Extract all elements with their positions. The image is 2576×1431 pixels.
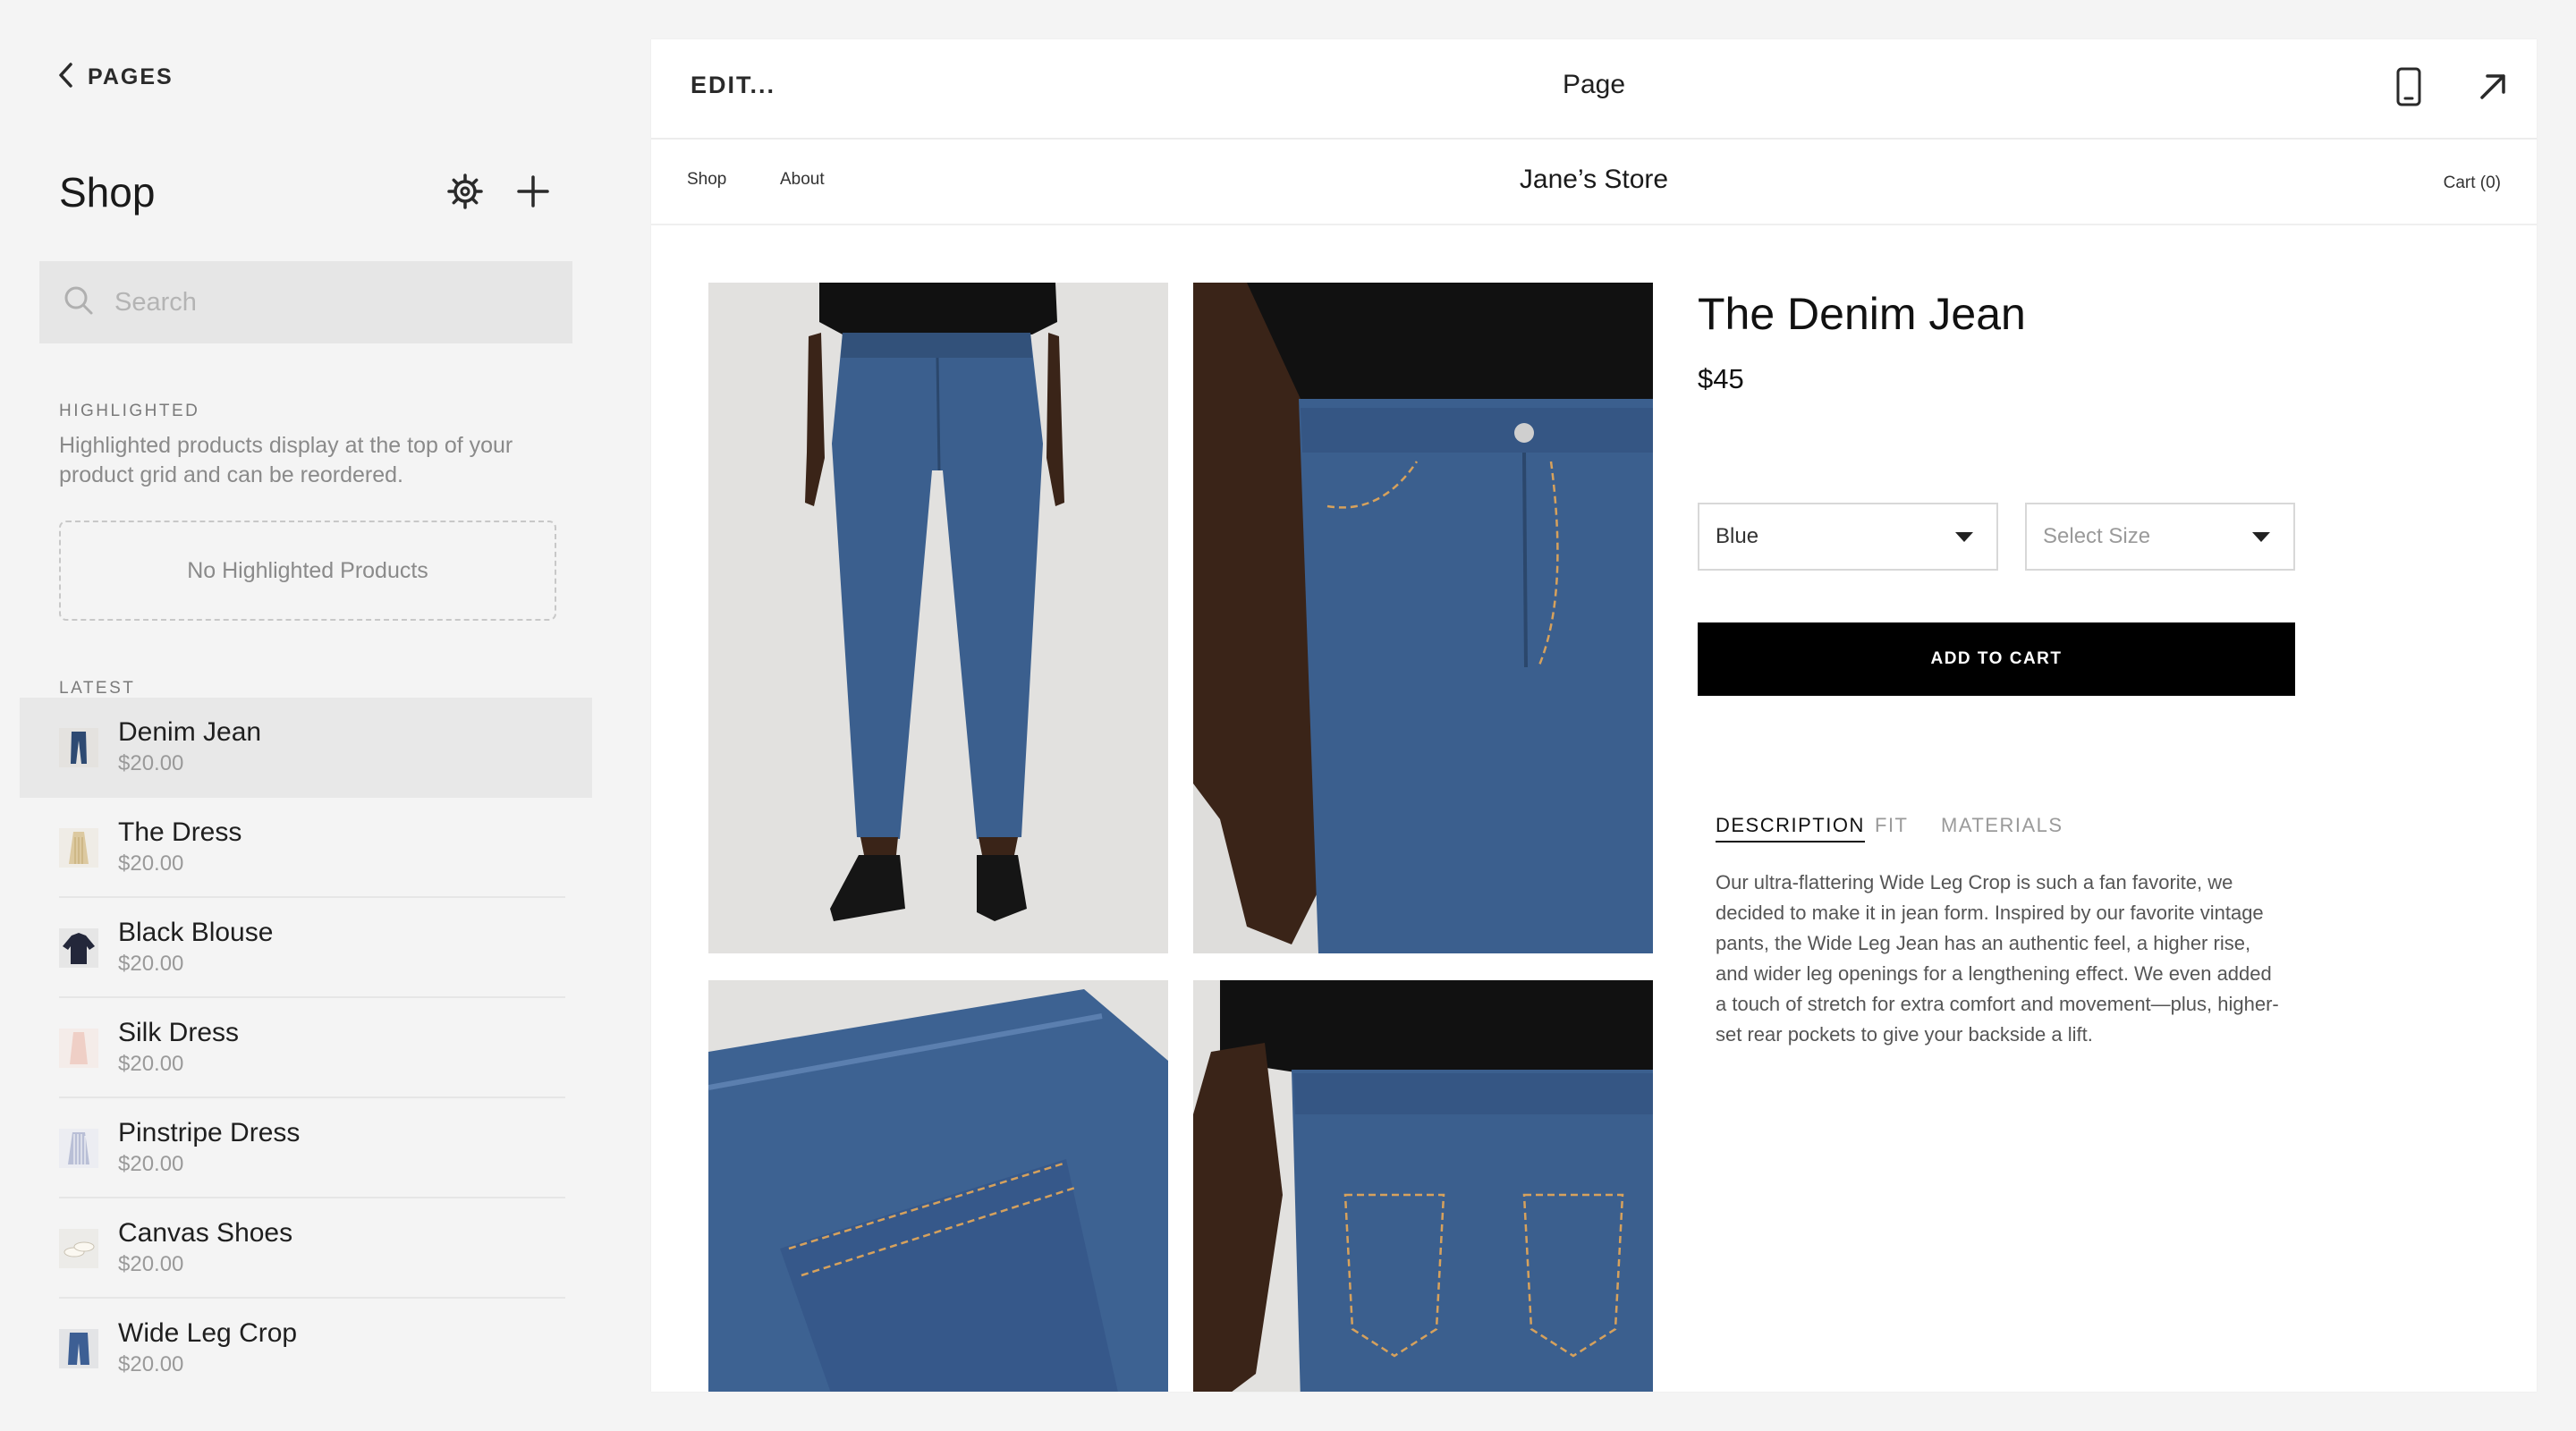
highlighted-section-label: HIGHLIGHTED — [59, 402, 200, 420]
caret-down-icon — [2252, 532, 2270, 542]
product-name: Canvas Shoes — [118, 1218, 293, 1248]
product-thumbnail — [59, 728, 98, 767]
product-thumbnail — [59, 828, 98, 868]
product-image-4[interactable] — [1193, 980, 1653, 1392]
empty-state-text: No Highlighted Products — [187, 557, 428, 583]
search-icon — [39, 284, 95, 321]
tab-description[interactable]: DESCRIPTION — [1716, 814, 1865, 843]
page-preview-panel: EDIT... Page Shop About Jane’s Store Car… — [651, 39, 2537, 1392]
color-select-value: Blue — [1716, 524, 1759, 548]
product-thumbnail — [59, 1229, 98, 1268]
product-thumbnail — [59, 1129, 98, 1168]
search-field[interactable] — [39, 261, 572, 343]
product-list-item[interactable]: Canvas Shoes $20.00 — [20, 1198, 592, 1299]
product-thumbnail — [59, 928, 98, 968]
product-price: $20.00 — [118, 1152, 184, 1176]
product-thumbnail — [59, 1029, 98, 1068]
plus-icon — [515, 174, 551, 214]
product-list-item[interactable]: The Dress $20.00 — [20, 798, 592, 898]
product-title: The Denim Jean — [1698, 289, 2026, 339]
back-to-pages-link[interactable]: PAGES — [57, 61, 174, 93]
chevron-left-icon — [57, 62, 75, 93]
color-select[interactable]: Blue — [1698, 503, 1998, 571]
product-name: Wide Leg Crop — [118, 1318, 298, 1348]
mobile-preview-button[interactable] — [2386, 66, 2431, 111]
product-price-display: $45 — [1698, 363, 1744, 394]
open-live-site-button[interactable] — [2470, 66, 2515, 111]
caret-down-icon — [1955, 532, 1973, 542]
product-description: Our ultra-flattering Wide Leg Crop is su… — [1716, 871, 2279, 1046]
tab-materials[interactable]: MATERIALS — [1941, 814, 2063, 837]
store-logo-text[interactable]: Jane’s Store — [651, 165, 2537, 195]
product-price: $20.00 — [118, 1252, 184, 1276]
product-list-item[interactable]: Pinstripe Dress $20.00 — [20, 1098, 592, 1198]
arrow-up-right-icon — [2477, 71, 2509, 107]
back-label: PAGES — [88, 64, 174, 89]
tab-fit[interactable]: FIT — [1875, 814, 1909, 837]
cart-link[interactable]: Cart (0) — [2444, 174, 2501, 193]
product-name: Pinstripe Dress — [118, 1118, 301, 1147]
add-product-button[interactable] — [512, 172, 555, 215]
product-price: $20.00 — [118, 751, 184, 775]
highlighted-empty-state: No Highlighted Products — [59, 521, 556, 621]
size-select[interactable]: Select Size — [2025, 503, 2295, 571]
latest-section-label: LATEST — [59, 679, 136, 698]
product-list-item[interactable]: Black Blouse $20.00 — [20, 898, 592, 998]
product-list-item[interactable]: Denim Jean $20.00 — [20, 698, 592, 798]
add-to-cart-button[interactable]: ADD TO CART — [1698, 622, 2295, 696]
product-price: $20.00 — [118, 952, 184, 976]
product-price: $20.00 — [118, 851, 184, 876]
product-name: Denim Jean — [118, 717, 262, 747]
size-select-placeholder: Select Size — [2043, 524, 2151, 548]
search-input[interactable] — [113, 286, 546, 318]
product-price: $20.00 — [118, 1052, 184, 1076]
store-header: Shop About Jane’s Store Cart (0) — [651, 140, 2537, 225]
product-list-item[interactable]: Wide Leg Crop $20.00 — [20, 1299, 592, 1399]
product-list-item[interactable]: Silk Dress $20.00 — [20, 998, 592, 1098]
product-name: The Dress — [118, 817, 242, 847]
highlighted-description: Highlighted products display at the top … — [59, 433, 513, 487]
preview-page-title: Page — [1562, 70, 1626, 99]
product-name: Silk Dress — [118, 1018, 240, 1047]
product-thumbnail — [59, 1329, 98, 1368]
product-list: Denim Jean $20.00 The Dress $20.00 Black… — [20, 698, 592, 1399]
sidebar: PAGES Shop HIGHLIGHTED Hig — [0, 0, 626, 1431]
editor-toolbar: EDIT... Page — [651, 39, 2537, 140]
product-price: $20.00 — [118, 1352, 184, 1376]
settings-button[interactable] — [444, 172, 487, 215]
product-image-2[interactable] — [1193, 283, 1653, 953]
product-image-1[interactable] — [708, 283, 1168, 953]
product-name: Black Blouse — [118, 918, 274, 947]
page-title: Shop — [59, 169, 156, 216]
product-image-3[interactable] — [708, 980, 1168, 1392]
gear-icon — [446, 173, 484, 215]
mobile-phone-icon — [2395, 67, 2422, 111]
